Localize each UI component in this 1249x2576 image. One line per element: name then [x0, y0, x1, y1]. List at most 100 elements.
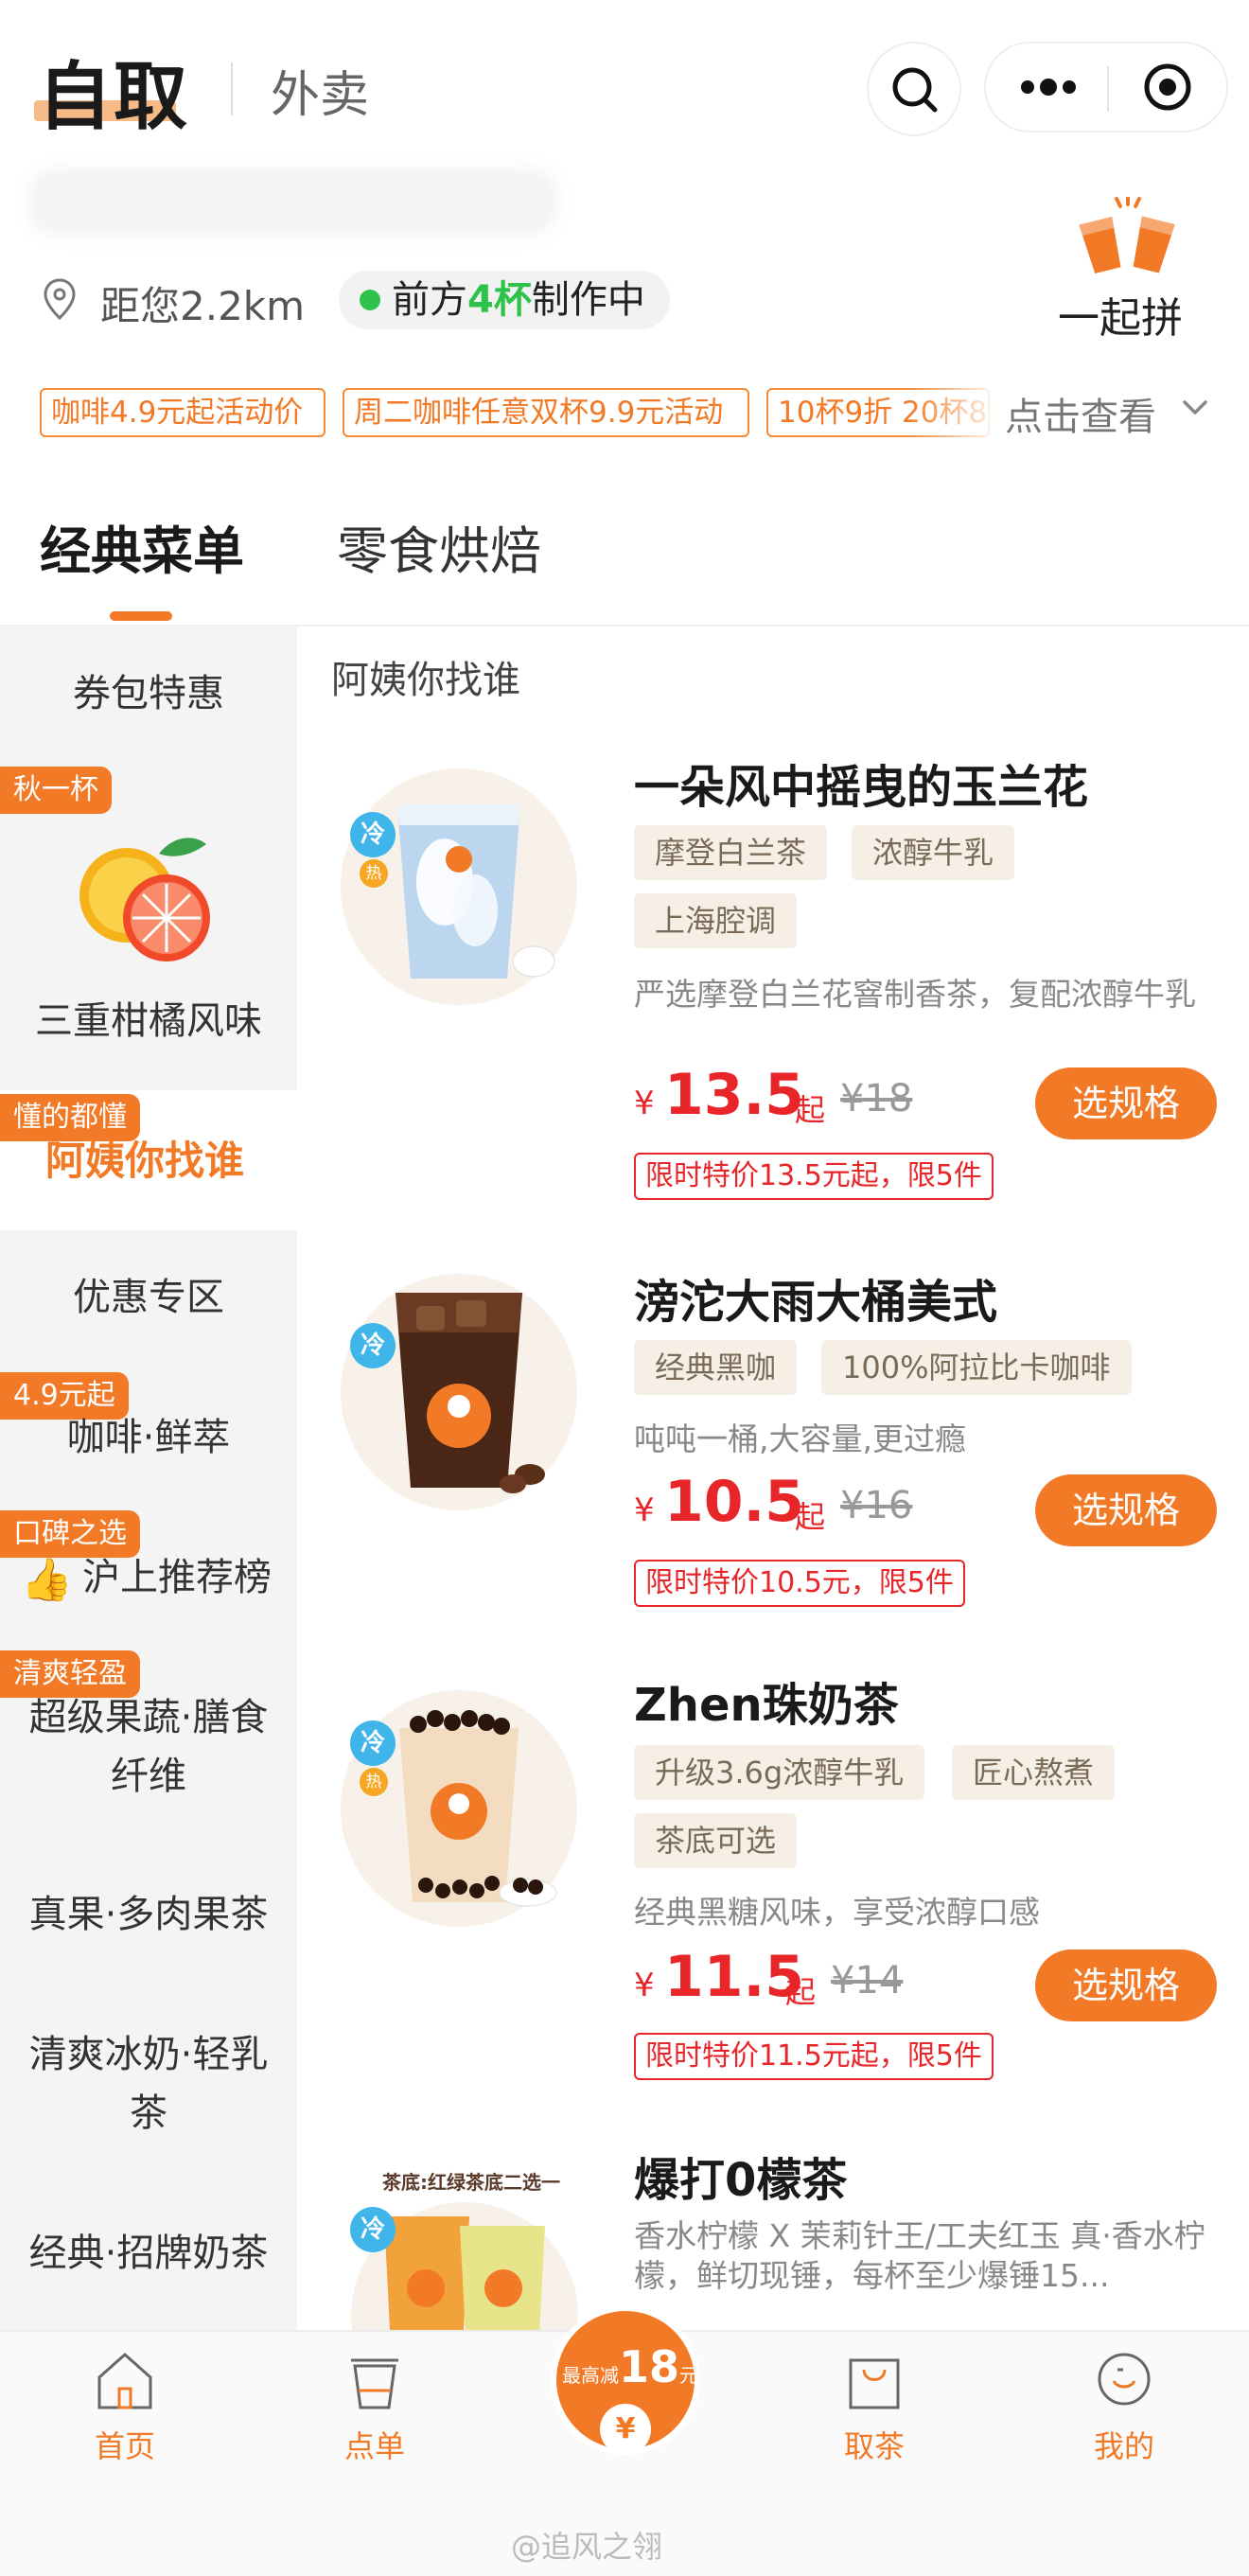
- currency-symbol: ¥: [634, 1491, 655, 1529]
- queue-count: 4杯: [467, 278, 532, 322]
- nav-home[interactable]: 首页: [49, 2347, 201, 2466]
- tab-snacks-bakery[interactable]: 零食烘焙: [337, 509, 541, 584]
- queue-prefix: 前方: [392, 278, 467, 322]
- product-price: 10.5: [664, 1469, 805, 1535]
- hot-option-badge: 热: [360, 1768, 388, 1796]
- product-name: 爆打0檬茶: [634, 2154, 848, 2207]
- cup-icon: [351, 2358, 398, 2409]
- chevron-down-icon[interactable]: [1181, 394, 1209, 422]
- limited-offer-tag: 限时特价13.5元起，限5件: [634, 1153, 994, 1200]
- store-distance: 距您2.2km: [100, 283, 306, 329]
- search-icon: [892, 67, 938, 113]
- nav-label: 我的: [1093, 2428, 1154, 2464]
- limited-offer-tag: 限时特价11.5元起，限5件: [634, 2033, 994, 2080]
- mode-tab-delivery[interactable]: 外卖: [271, 55, 369, 126]
- cheers-cups-icon: [1079, 197, 1175, 274]
- product-image-caption: 茶底:红绿茶底二选一: [382, 2171, 560, 2194]
- product-price: 11.5: [664, 1944, 805, 2010]
- cold-option-badge: 冷: [350, 2207, 396, 2252]
- cold-option-badge: 冷: [350, 1323, 396, 1368]
- promo-tag-coffee[interactable]: 咖啡4.9元起活动价: [40, 388, 325, 437]
- queue-suffix: 制作中: [531, 278, 645, 322]
- original-price: ¥16: [840, 1484, 913, 1527]
- home-icon: [97, 2352, 152, 2409]
- cold-option-badge: 冷: [350, 812, 396, 857]
- product-price: 13.5: [664, 1062, 805, 1128]
- tab-classic-menu[interactable]: 经典菜单: [40, 509, 244, 584]
- product-name: Zhen珠奶茶: [634, 1679, 899, 1732]
- close-miniprogram-button[interactable]: [1109, 44, 1226, 131]
- watermark-text: @追风之翎: [511, 2529, 663, 2565]
- product-tag: 经典黑咖: [634, 1340, 798, 1395]
- sidebar-item-fruit-veg[interactable]: 超级果蔬·膳食: [0, 1688, 297, 1747]
- queue-status-pill: 前方4杯制作中: [339, 271, 670, 329]
- app-screen: 自取 外卖 距您2.2km 前方4杯制作中 一起拼 咖啡4.9元起活动价 周二咖…: [0, 0, 1249, 2576]
- status-dot-icon: [360, 290, 380, 310]
- sidebar-item-fruit-tea[interactable]: 真果·多肉果茶: [0, 1885, 297, 1944]
- bag-icon: [849, 2358, 900, 2409]
- mode-divider: [231, 62, 233, 115]
- promo-fade-overlay: [908, 382, 1003, 443]
- sidebar-item-fruit-veg-line2: 纤维: [111, 1755, 186, 1798]
- see-more-link[interactable]: 点击查看: [1005, 386, 1156, 441]
- price-from-label: 起: [795, 1092, 826, 1128]
- sidebar-item-ayi[interactable]: 阿姨你找谁: [0, 1132, 293, 1191]
- more-dots-icon: [1021, 79, 1076, 96]
- product-name: 滂沱大雨大桶美式: [634, 1276, 998, 1329]
- mode-tab-pickup[interactable]: 自取: [38, 38, 189, 144]
- price-from-label: 起: [785, 1974, 817, 2010]
- citrus-fruit-icon: [79, 838, 210, 962]
- coupon-unit: 元: [679, 2364, 699, 2387]
- more-button[interactable]: [986, 44, 1107, 131]
- sidebar-item-iced-milk-line2: 茶: [130, 2091, 167, 2135]
- search-button[interactable]: [867, 42, 961, 136]
- price-from-label: 起: [795, 1499, 826, 1535]
- sidebar-item-iced-milk[interactable]: 清爽冰奶·轻乳: [0, 2025, 297, 2084]
- limited-offer-tag: 限时特价10.5元，限5件: [634, 1560, 965, 1607]
- product-tag: 上海腔调: [634, 893, 798, 948]
- select-options-button[interactable]: 选规格: [1035, 1950, 1217, 2021]
- cold-option-badge: 冷: [350, 1720, 396, 1766]
- select-options-button[interactable]: 选规格: [1035, 1474, 1217, 1546]
- product-tag: 浓醇牛乳: [852, 825, 1015, 880]
- promo-tag-tuesday[interactable]: 周二咖啡任意双杯9.9元活动: [343, 388, 749, 437]
- original-price: ¥14: [831, 1959, 904, 2003]
- product-image: [341, 1274, 577, 1510]
- sidebar-item-coffee[interactable]: 咖啡·鲜萃: [0, 1408, 297, 1467]
- product-tag: 茶底可选: [634, 1813, 798, 1868]
- store-name-blurred: [28, 168, 558, 235]
- nav-pickup[interactable]: 取茶: [799, 2347, 950, 2466]
- yen-coin-icon: ¥: [600, 2404, 651, 2455]
- coupon-amount: 18: [619, 2341, 680, 2392]
- miniprogram-capsule: [984, 42, 1228, 132]
- sidebar-item-milk-tea[interactable]: 经典·招牌奶茶: [0, 2224, 297, 2283]
- product-tag: 100%阿拉比卡咖啡: [821, 1340, 1132, 1395]
- nav-label: 取茶: [843, 2428, 905, 2464]
- sidebar-item-deals[interactable]: 优惠专区: [0, 1268, 297, 1327]
- product-description: 吨吨一桶,大容量,更过瘾: [634, 1420, 966, 1457]
- sidebar-item-citrus[interactable]: 三重柑橘风味: [0, 992, 297, 1050]
- target-circle-icon: [1144, 63, 1191, 111]
- coupon-text: 最高减18元: [562, 2341, 699, 2392]
- product-description: 严选摩登白兰花窨制香茶，复配浓醇牛乳: [634, 976, 1196, 1013]
- currency-symbol: ¥: [634, 1967, 655, 2004]
- original-price: ¥18: [840, 1077, 913, 1120]
- tab-active-indicator: [110, 611, 172, 621]
- select-options-button[interactable]: 选规格: [1035, 1067, 1217, 1139]
- section-title: 阿姨你找谁: [331, 659, 520, 702]
- nav-profile[interactable]: 我的: [1048, 2347, 1200, 2466]
- iced-americano-icon: [396, 1293, 545, 1493]
- sidebar-badge: 秋一杯: [0, 767, 112, 814]
- location-pin-icon: [44, 278, 76, 320]
- group-order-label: 一起拼: [1058, 294, 1183, 343]
- coupon-prefix: 最高减: [562, 2364, 619, 2387]
- product-name: 一朵风中摇曳的玉兰花: [634, 761, 1089, 814]
- nav-order[interactable]: 点单: [299, 2347, 450, 2466]
- hot-option-badge: 热: [360, 859, 388, 888]
- sidebar-item-shanghai-picks[interactable]: 沪上推荐榜: [28, 1548, 325, 1607]
- product-description: 香水柠檬 X 茉莉针王/工夫红玉 真·香水柠檬，鲜切现锤，每杯至少爆锤15...: [634, 2217, 1205, 2294]
- product-description: 经典黑糖风味，享受浓醇口感: [634, 1894, 1040, 1931]
- product-tag: 升级3.6g浓醇牛乳: [634, 1745, 925, 1800]
- currency-symbol: ¥: [634, 1085, 655, 1122]
- sidebar-item-coupons[interactable]: 券包特惠: [0, 664, 297, 723]
